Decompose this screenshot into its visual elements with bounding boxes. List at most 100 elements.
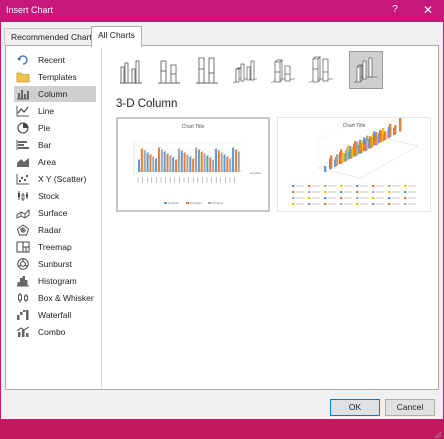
sidebar-item-radar[interactable]: Radar [14, 222, 96, 238]
bar-top [203, 153, 207, 154]
bar [180, 151, 183, 172]
bar-top [223, 154, 227, 155]
bar-top [217, 150, 221, 151]
legend-swatch [404, 197, 407, 199]
legend-swatch [404, 191, 407, 193]
subtype-3d-100-stacked-column[interactable] [304, 51, 338, 89]
subtype-clustered-column[interactable] [114, 51, 148, 89]
templates-icon [16, 71, 30, 83]
bar-top [177, 148, 181, 149]
bar-top [146, 152, 150, 153]
bar [152, 157, 155, 172]
bar [220, 153, 223, 172]
sidebar-item-label: Templates [38, 72, 77, 82]
bar [160, 150, 163, 172]
bar-top [143, 150, 147, 151]
sidebar-item-combo[interactable]: Combo [14, 324, 96, 340]
bar-top [183, 152, 187, 153]
percent-stacked-column-icon [196, 57, 218, 84]
bar [183, 153, 186, 172]
line-chart-icon [16, 105, 30, 117]
histogram-chart-icon [16, 275, 30, 287]
clustered-column-icon [120, 60, 142, 84]
sidebar-item-waterfall[interactable]: Waterfall [14, 307, 96, 323]
bar [399, 118, 402, 132]
legend-swatch [340, 185, 343, 187]
bar-top [209, 157, 213, 158]
bar [226, 157, 229, 172]
sidebar-item-recent[interactable]: Recent [14, 52, 96, 68]
dialog-body: Recommended Charts All Charts Recent Tem… [1, 22, 443, 439]
sidebar-item-line[interactable]: Line [14, 103, 96, 119]
subtype-3d-stacked-column[interactable] [266, 51, 300, 89]
bar [342, 152, 345, 162]
sidebar-item-treemap[interactable]: Treemap [14, 239, 96, 255]
close-button[interactable]: ✕ [418, 3, 438, 17]
svg-text:3rd Score: 3rd Score [212, 201, 224, 205]
ok-button[interactable]: OK [330, 399, 380, 416]
sidebar-item-histogram[interactable]: Histogram [14, 273, 96, 289]
gridline [133, 149, 242, 155]
tab-recommended-charts[interactable]: Recommended Charts [4, 28, 104, 46]
legend-swatch [356, 197, 359, 199]
chart-subtype-area: 3-D Column Chart Title 1st Score 1st Sco… [102, 46, 438, 389]
legend-swatch [292, 197, 295, 199]
bar [155, 159, 158, 172]
title-bar: Insert Chart ? ✕ [0, 0, 444, 22]
legend-swatch [340, 197, 343, 199]
bar [186, 155, 189, 172]
bar-top [138, 159, 141, 160]
subtype-3d-column[interactable] [349, 51, 383, 89]
bar [209, 158, 212, 172]
legend-swatch [308, 185, 311, 187]
bar [212, 160, 215, 172]
bar [197, 150, 200, 172]
resize-grip-icon[interactable] [433, 430, 442, 439]
preview-axis-label: 1st Score [250, 171, 262, 175]
bar [237, 152, 240, 172]
combo-chart-icon [16, 326, 30, 338]
legend-swatch [356, 203, 359, 205]
sidebar-item-area[interactable]: Area [14, 154, 96, 170]
bar [223, 155, 226, 172]
preview-category-labels [137, 177, 235, 183]
subtype-3d-clustered-column[interactable] [228, 51, 262, 89]
cancel-button[interactable]: Cancel [385, 399, 435, 416]
sidebar-item-pie[interactable]: Pie [14, 120, 96, 136]
recent-icon [16, 54, 30, 66]
sidebar-item-label: Waterfall [38, 310, 72, 320]
3d-stacked-column-icon [270, 59, 295, 84]
bar-top [192, 158, 196, 159]
bar [146, 153, 149, 172]
bar-top [157, 147, 161, 148]
help-button[interactable]: ? [385, 4, 405, 15]
chart-preview-2[interactable]: Chart Title [277, 117, 431, 212]
bar-top [169, 155, 173, 156]
chart-preview-1[interactable]: Chart Title 1st Score 1st Score 2nd Scor… [116, 117, 270, 212]
sidebar-item-label: Bar [38, 140, 52, 150]
sidebar-item-surface[interactable]: Surface [14, 205, 96, 221]
sidebar-item-column[interactable]: Column [14, 86, 96, 102]
sidebar-item-box-whisker[interactable]: Box & Whisker [14, 290, 96, 306]
bar [214, 149, 217, 172]
sidebar-item-sunburst[interactable]: Sunburst [14, 256, 96, 272]
bar [192, 159, 195, 172]
sidebar-item-bar[interactable]: Bar [14, 137, 96, 153]
preview-legend: 1st Score 2nd Score 3rd Score [164, 201, 224, 205]
sidebar-item-label: Area [38, 157, 56, 167]
legend-swatch [372, 197, 375, 199]
preview-title: Chart Title [343, 123, 366, 129]
subtype-100-stacked-column[interactable] [190, 51, 224, 89]
sidebar-item-stock[interactable]: Stock [14, 188, 96, 204]
surface-chart-icon [16, 207, 30, 219]
tab-all-charts[interactable]: All Charts [91, 26, 142, 47]
area-chart-icon [16, 156, 30, 168]
sidebar-item-templates[interactable]: Templates [14, 69, 96, 85]
waterfall-chart-icon [16, 309, 30, 321]
legend-swatch [356, 185, 359, 187]
sidebar-item-scatter[interactable]: X Y (Scatter) [14, 171, 96, 187]
subtype-stacked-column[interactable] [152, 51, 186, 89]
chart-subtype-heading: 3-D Column [116, 98, 178, 110]
legend-swatch [388, 185, 391, 187]
scatter-chart-icon [16, 173, 30, 185]
